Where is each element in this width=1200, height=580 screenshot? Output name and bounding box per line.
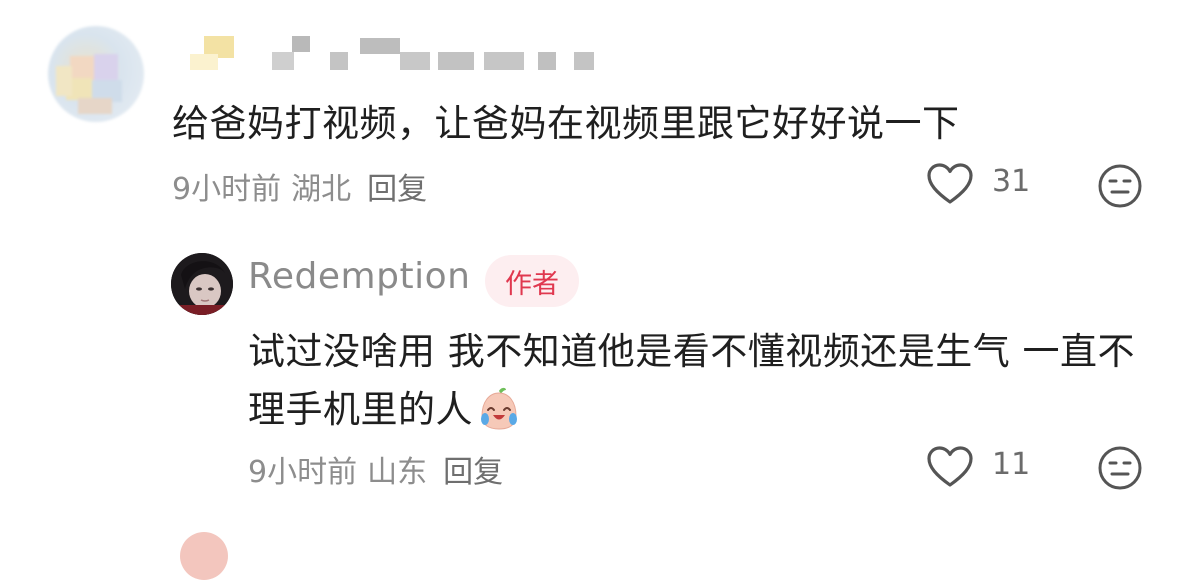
comment-text: 给爸妈打视频，让爸妈在视频里跟它好好说一下 [172,102,960,145]
comment-reply-button[interactable]: 回复 [367,172,427,207]
reply-location: 山东 [367,455,428,490]
commenter-username-redacted[interactable] [180,34,610,74]
reply-username[interactable]: Redemption [248,256,470,297]
comment-time: 9小时前 [172,172,282,207]
commenter-avatar[interactable] [48,26,144,122]
reply-text: 试过没啥用 我不知道他是看不懂视频还是生气 一直不理手机里的人 [248,330,1136,431]
reply-avatar[interactable] [171,253,233,315]
comment-location: 湖北 [291,172,352,207]
reply-avatar-image [171,253,233,315]
heart-outline-icon[interactable] [926,162,974,206]
author-badge: 作者 [485,255,579,307]
crying-laughing-emoji [481,387,517,430]
next-comment-avatar[interactable] [180,532,228,580]
reply-time: 9小时前 [248,455,358,490]
heart-outline-icon[interactable] [926,445,974,489]
reply-like-count: 11 [992,447,1031,482]
reply-meta: 9小时前 山东 回复 [248,447,513,491]
reply-reply-button[interactable]: 回复 [443,455,503,490]
neutral-face-icon[interactable] [1097,163,1143,209]
neutral-face-icon[interactable] [1097,445,1143,491]
reply-text-block: 试过没啥用 我不知道他是看不懂视频还是生气 一直不理手机里的人 [248,323,1168,439]
comment-like-count: 31 [992,164,1031,199]
comment-meta: 9小时前 湖北 回复 [172,164,437,208]
